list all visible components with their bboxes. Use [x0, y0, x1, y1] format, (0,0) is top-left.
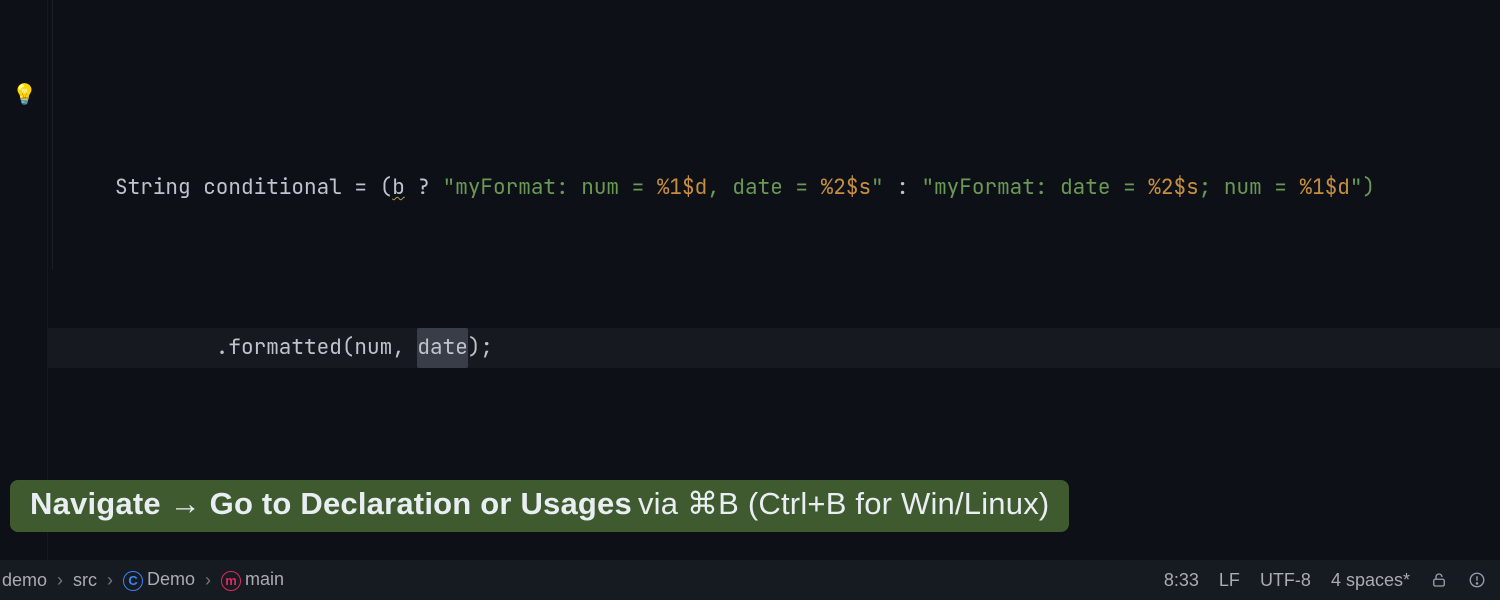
code-selection: date — [417, 328, 467, 368]
editor-area[interactable]: 💡 String conditional = (b ? "myFormat: n… — [0, 0, 1500, 560]
breadcrumb-separator: › — [57, 570, 63, 591]
code-line[interactable]: String conditional = (b ? "myFormat: num… — [52, 168, 1500, 208]
code-line-current[interactable]: .formatted(num, date); — [48, 328, 1500, 368]
code-text: ); — [468, 328, 493, 368]
lock-icon[interactable] — [1430, 571, 1448, 589]
code-format: %1$d — [657, 168, 707, 208]
breadcrumb-label: Demo — [147, 569, 195, 589]
breadcrumb-item[interactable]: CDemo — [123, 569, 195, 591]
status-right: 8:33 LF UTF-8 4 spaces* — [1164, 570, 1486, 591]
status-indent[interactable]: 4 spaces* — [1331, 570, 1410, 591]
code-string: "myFormat: date = — [921, 168, 1148, 208]
status-line-separator[interactable]: LF — [1219, 570, 1240, 591]
code-text: : — [884, 168, 922, 208]
problems-icon[interactable] — [1468, 571, 1486, 589]
hint-banner: Navigate → Go to Declaration or Usages v… — [10, 480, 1069, 532]
breadcrumb[interactable]: demo › src › CDemo › mmain — [0, 569, 284, 591]
code-string: ; num = — [1199, 168, 1300, 208]
code-string: "myFormat: num = — [443, 168, 657, 208]
status-encoding[interactable]: UTF-8 — [1260, 570, 1311, 591]
hint-banner-shortcut: via ⌘B (Ctrl+B for Win/Linux) — [638, 486, 1049, 522]
breadcrumb-separator: › — [107, 570, 113, 591]
class-icon: C — [123, 571, 143, 591]
code-format: %2$s — [1148, 168, 1198, 208]
breadcrumb-item[interactable]: demo — [2, 570, 47, 591]
method-icon: m — [221, 571, 241, 591]
breadcrumb-label: src — [73, 570, 97, 590]
breadcrumb-label: demo — [2, 570, 47, 590]
code-string: ") — [1350, 168, 1375, 208]
code-format: %2$s — [821, 168, 871, 208]
breadcrumb-item[interactable]: src — [73, 570, 97, 591]
code-string: , date = — [707, 168, 820, 208]
code-text: ? — [405, 168, 443, 208]
code-var-b: b — [392, 168, 405, 208]
breadcrumb-item[interactable]: mmain — [221, 569, 284, 591]
code-string: " — [871, 168, 884, 208]
status-bar: demo › src › CDemo › mmain 8:33 LF UTF-8 4 spa… — [0, 560, 1500, 600]
code-text: .formatted(num, — [52, 328, 417, 368]
code-format: %1$d — [1300, 168, 1350, 208]
hint-banner-action: Navigate → Go to Declaration or Usages — [30, 486, 632, 522]
breadcrumb-separator: › — [205, 570, 211, 591]
breadcrumb-label: main — [245, 569, 284, 589]
status-cursor-position[interactable]: 8:33 — [1164, 570, 1199, 591]
code-text: String conditional = ( — [52, 168, 392, 208]
